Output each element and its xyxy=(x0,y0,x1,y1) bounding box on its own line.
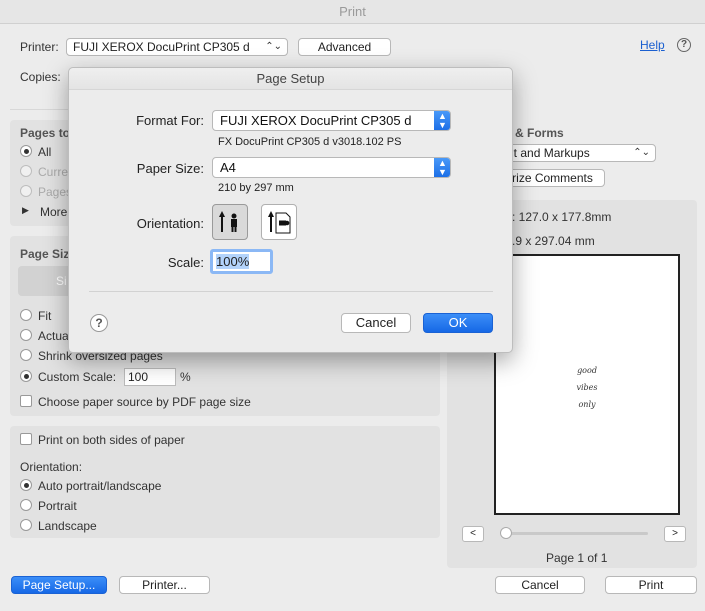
pages-range-radio[interactable] xyxy=(20,185,32,197)
ok-button[interactable]: OK xyxy=(423,313,493,333)
page-sizing-heading: Page Siz xyxy=(20,247,70,261)
landscape-label: Landscape xyxy=(38,519,97,533)
auto-orientation-label: Auto portrait/landscape xyxy=(38,479,162,493)
page-setup-title: Page Setup xyxy=(69,68,512,90)
scale-label: Scale: xyxy=(167,255,204,270)
page-size-info-1: : 127.0 x 177.8mm xyxy=(512,210,612,224)
previous-page-button[interactable]: < xyxy=(462,526,484,542)
page-indicator: Page 1 of 1 xyxy=(546,551,608,565)
page-slider-knob[interactable] xyxy=(500,527,512,539)
help-icon[interactable]: ? xyxy=(677,38,691,52)
pages-current-label: Curre xyxy=(38,165,69,179)
both-sides-label: Print on both sides of paper xyxy=(38,433,185,447)
pages-all-label: All xyxy=(38,145,52,159)
paper-size-subtitle: 210 by 297 mm xyxy=(218,182,294,194)
page-setup-button[interactable]: Page Setup... xyxy=(11,576,107,594)
help-link[interactable]: Help xyxy=(640,38,665,52)
scale-value: 100% xyxy=(216,254,250,269)
pages-heading: Pages to xyxy=(20,126,71,140)
auto-orientation-radio[interactable] xyxy=(20,479,32,491)
preview-text-line: only xyxy=(578,400,596,409)
printer-select[interactable]: FUJI XEROX DocuPrint CP305 d ⌃⌄ xyxy=(66,38,288,56)
actual-size-label: Actua xyxy=(38,329,69,343)
paper-size-label: Paper Size: xyxy=(136,161,204,176)
portrait-label: Portrait xyxy=(38,499,77,513)
orientation-label: Orientation: xyxy=(20,460,83,474)
landscape-radio[interactable] xyxy=(20,519,32,531)
size-tab[interactable]: Si xyxy=(18,266,68,296)
printer-select-value: FUJI XEROX DocuPrint CP305 d xyxy=(73,40,250,54)
page-slider-track[interactable] xyxy=(502,532,648,535)
print-button[interactable]: Print xyxy=(605,576,697,594)
pages-all-radio[interactable] xyxy=(20,145,32,157)
page-size-info-2: .9 x 297.04 mm xyxy=(512,234,595,248)
preview-page: good vibes only xyxy=(494,254,680,515)
page-setup-cancel-button[interactable]: Cancel xyxy=(341,313,411,333)
help-icon[interactable]: ? xyxy=(90,314,108,332)
preview-content: good vibes only xyxy=(504,264,670,501)
portrait-radio[interactable] xyxy=(20,499,32,511)
format-for-select[interactable]: FUJI XEROX DocuPrint CP305 d ▲ ▼ xyxy=(212,110,451,131)
format-for-value: FUJI XEROX DocuPrint CP305 d xyxy=(220,113,412,128)
landscape-orientation-icon xyxy=(268,211,291,234)
format-for-label: Format For: xyxy=(136,113,204,128)
cancel-button[interactable]: Cancel xyxy=(495,576,585,594)
pages-current-radio[interactable] xyxy=(20,165,32,177)
paper-size-select[interactable]: A4 ▲ ▼ xyxy=(212,157,451,178)
shrink-radio[interactable] xyxy=(20,349,32,361)
preview-text-line: good xyxy=(577,366,597,375)
more-options-label[interactable]: More xyxy=(40,205,67,219)
landscape-orientation-button[interactable] xyxy=(261,204,297,240)
custom-scale-input[interactable]: 100 xyxy=(124,368,176,386)
summarize-comments-button[interactable]: rize Comments xyxy=(500,169,605,187)
scale-input[interactable]: 100% xyxy=(210,249,273,274)
portrait-orientation-button[interactable] xyxy=(212,204,248,240)
fit-label: Fit xyxy=(38,309,52,323)
disclosure-triangle-icon[interactable]: ▶ xyxy=(22,205,29,216)
chevron-updown-icon: ⌃⌄ xyxy=(265,41,282,52)
copies-row-bg xyxy=(10,64,68,110)
orientation-label: Orientation: xyxy=(136,216,204,231)
window-title: Print xyxy=(0,0,705,24)
comments-forms-value: nt and Markups xyxy=(507,146,590,160)
advanced-button[interactable]: Advanced xyxy=(298,38,391,56)
chevron-updown-icon: ▲ ▼ xyxy=(434,111,450,130)
paper-size-value: A4 xyxy=(220,160,236,175)
custom-scale-label: Custom Scale: xyxy=(38,370,117,384)
fit-radio[interactable] xyxy=(20,309,32,321)
printer-button[interactable]: Printer... xyxy=(119,576,210,594)
comments-forms-select[interactable]: nt and Markups ⌃⌄ xyxy=(500,144,656,162)
percent-label: % xyxy=(180,370,191,384)
paper-source-checkbox[interactable] xyxy=(20,395,32,407)
preview-text-line: vibes xyxy=(576,383,598,392)
paper-source-label: Choose paper source by PDF page size xyxy=(38,395,251,409)
chevron-updown-icon: ⌃⌄ xyxy=(633,147,650,158)
actual-size-radio[interactable] xyxy=(20,329,32,341)
comments-forms-heading: s & Forms xyxy=(505,126,564,140)
both-sides-checkbox[interactable] xyxy=(20,433,32,445)
portrait-orientation-icon xyxy=(219,211,237,232)
divider xyxy=(89,291,493,292)
custom-scale-radio[interactable] xyxy=(20,370,32,382)
pages-range-label: Pages xyxy=(38,185,73,199)
page-setup-dialog: Page Setup Format For: FUJI XEROX DocuPr… xyxy=(68,67,513,353)
chevron-updown-icon: ▲ ▼ xyxy=(434,158,450,177)
format-for-subtitle: FX DocuPrint CP305 d v3018.102 PS xyxy=(218,136,402,148)
next-page-button[interactable]: > xyxy=(664,526,686,542)
printer-label: Printer: xyxy=(20,40,59,54)
